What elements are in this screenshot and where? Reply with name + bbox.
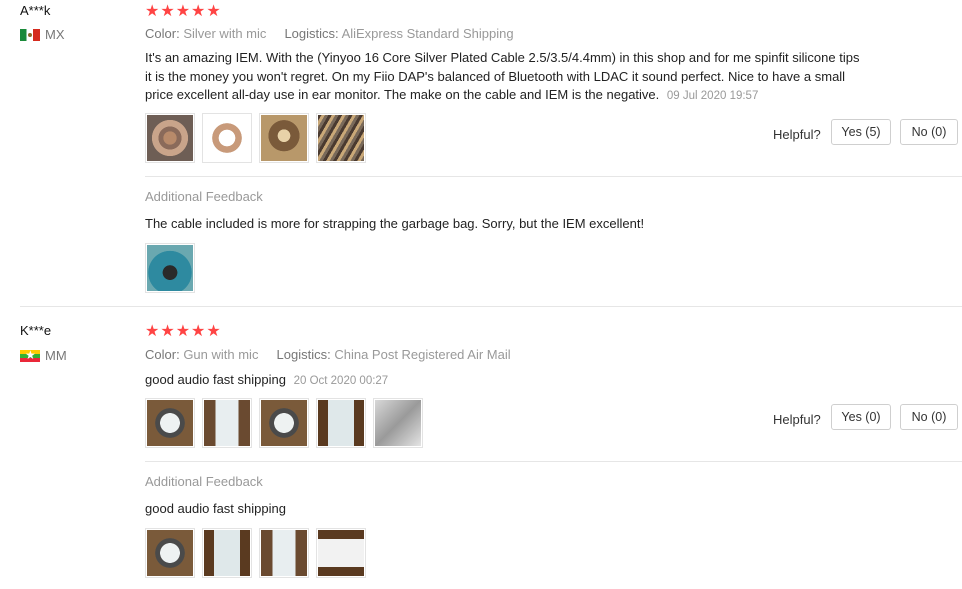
box-photo-icon	[204, 400, 250, 446]
cable-photo-icon	[261, 115, 307, 161]
review-photo[interactable]	[202, 398, 252, 448]
review-photo[interactable]	[145, 528, 195, 578]
package-photo-icon	[375, 400, 421, 446]
additional-feedback-title: Additional Feedback	[145, 474, 263, 489]
order-info: Color: Silver with mic Logistics: AliExp…	[145, 26, 514, 41]
divider	[145, 176, 962, 177]
additional-feedback-text: The cable included is more for strapping…	[145, 216, 645, 231]
logistics-value: AliExpress Standard Shipping	[341, 26, 514, 41]
logistics-value: China Post Registered Air Mail	[334, 347, 511, 362]
review-photo[interactable]	[145, 398, 195, 448]
review-photo[interactable]	[202, 528, 252, 578]
reviewer-name: A***k	[20, 3, 51, 18]
review-photo[interactable]	[259, 113, 309, 163]
box-photo-icon	[261, 530, 307, 576]
reviewer-country: MX	[20, 27, 65, 42]
color-label: Color:	[145, 26, 180, 41]
earphone-photo-icon	[147, 245, 193, 291]
earphone-photo-icon	[261, 400, 307, 446]
review-photo[interactable]	[373, 398, 423, 448]
star-rating: ★★★★★	[145, 323, 222, 340]
review-photo[interactable]	[145, 243, 195, 293]
helpful-label: Helpful?	[773, 412, 821, 427]
box-photo-icon	[318, 400, 364, 446]
helpful-no-button[interactable]: No (0)	[900, 404, 958, 430]
color-value: Gun with mic	[183, 347, 259, 362]
helpful-yes-button[interactable]: Yes (0)	[831, 404, 891, 430]
review-photo[interactable]	[145, 113, 195, 163]
order-info: Color: Gun with mic Logistics: China Pos…	[145, 347, 511, 362]
review-photo[interactable]	[259, 528, 309, 578]
review-text: good audio fast shipping	[145, 372, 286, 387]
box-photo-icon	[318, 530, 364, 576]
review-date: 09 Jul 2020 19:57	[666, 90, 759, 102]
additional-feedback-title: Additional Feedback	[145, 189, 263, 204]
logistics-label: Logistics:	[276, 347, 331, 362]
color-label: Color:	[145, 347, 180, 362]
helpful-label: Helpful?	[773, 127, 821, 142]
country-code: MM	[45, 348, 67, 363]
review-photo[interactable]	[316, 113, 366, 163]
review-date: 20 Oct 2020 00:27	[293, 375, 389, 387]
review-photos	[145, 113, 366, 163]
helpful-yes-button[interactable]: Yes (5)	[831, 119, 891, 145]
additional-feedback-text: good audio fast shipping	[145, 501, 286, 516]
earphone-photo-icon	[147, 530, 193, 576]
review-separator	[20, 306, 962, 307]
divider	[145, 461, 962, 462]
myanmar-flag-icon	[20, 349, 40, 362]
country-code: MX	[45, 27, 65, 42]
cable-photo-icon	[204, 115, 250, 161]
logistics-label: Logistics:	[284, 26, 339, 41]
color-value: Silver with mic	[183, 26, 267, 41]
review-text-block: It's an amazing IEM. With the (Yinyoo 16…	[145, 49, 865, 106]
reviewer-country: MM	[20, 348, 67, 363]
cable-photo-icon	[318, 115, 364, 161]
earphone-photo-icon	[147, 400, 193, 446]
review-photo[interactable]	[316, 528, 366, 578]
review-photo[interactable]	[316, 398, 366, 448]
cable-photo-icon	[147, 115, 193, 161]
review-photos	[145, 398, 423, 448]
additional-photos	[145, 528, 366, 578]
star-rating: ★★★★★	[145, 3, 222, 20]
helpful-no-button[interactable]: No (0)	[900, 119, 958, 145]
review-text-block: good audio fast shipping 20 Oct 2020 00:…	[145, 371, 865, 391]
box-photo-icon	[204, 530, 250, 576]
mexico-flag-icon	[20, 28, 40, 41]
review-photo[interactable]	[259, 398, 309, 448]
additional-photos	[145, 243, 195, 293]
review-photo[interactable]	[202, 113, 252, 163]
reviewer-name: K***e	[20, 323, 52, 338]
